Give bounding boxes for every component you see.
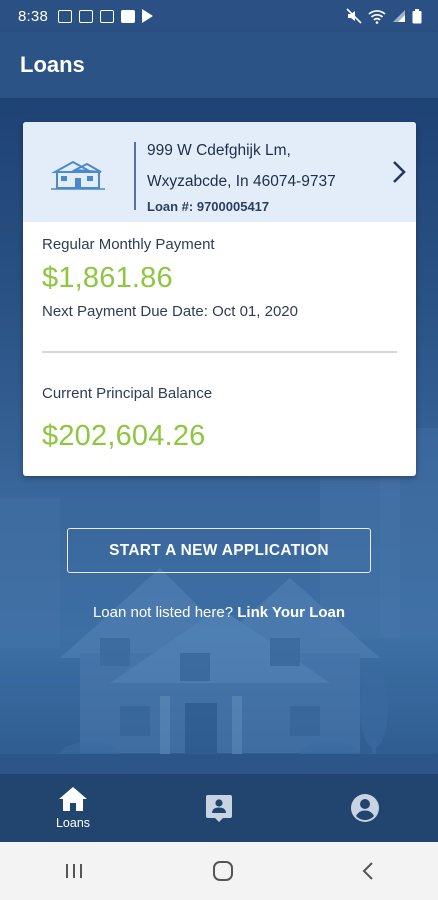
house-icon [51, 160, 105, 190]
app-notification-icon [79, 9, 93, 23]
loan-card[interactable]: 999 W Cdefghijk Lm, Wxyzabcde, In 46074-… [23, 122, 416, 476]
image-icon [100, 9, 114, 23]
header-divider [134, 142, 136, 210]
monthly-payment-label: Regular Monthly Payment [42, 236, 215, 253]
status-bar: 8:38 [0, 0, 438, 32]
gmail-icon [58, 9, 72, 23]
address-line2: Wxyzabcde, In 46074-9737 [147, 173, 336, 190]
start-application-button[interactable]: START A NEW APPLICATION [67, 528, 371, 573]
system-status-icons [346, 8, 422, 24]
monthly-payment-value: $1,861.86 [42, 262, 173, 294]
loan-card-header[interactable]: 999 W Cdefghijk Lm, Wxyzabcde, In 46074-… [23, 122, 416, 222]
address-line1: 999 W Cdefghijk Lm, [147, 142, 291, 159]
system-nav-bar [0, 842, 438, 900]
nav-item-loans-label: Loans [55, 816, 91, 830]
link-loan-prompt: Loan not listed here? [92, 604, 234, 621]
nav-item-contact[interactable] [146, 774, 292, 842]
nav-item-loans[interactable]: Loans [0, 774, 146, 842]
link-your-loan-link[interactable]: Link Your Loan [237, 604, 345, 621]
notification-icons [58, 9, 153, 23]
nav-item-account[interactable] [292, 774, 438, 842]
play-store-icon [142, 9, 153, 23]
app-bar: Loans [0, 32, 438, 98]
status-time: 8:38 [18, 7, 48, 25]
page-title: Loans [20, 52, 85, 77]
close-box-icon [121, 9, 135, 23]
signal-icon [393, 10, 405, 22]
principal-balance-label: Current Principal Balance [42, 385, 213, 402]
recent-apps-icon[interactable] [63, 862, 85, 880]
wifi-icon [368, 9, 386, 24]
contact-card-icon [206, 795, 232, 822]
account-circle-icon [351, 794, 379, 822]
battery-icon [412, 8, 422, 23]
home-icon [59, 787, 87, 811]
card-divider [42, 351, 397, 353]
bottom-nav: Loans [0, 774, 438, 842]
chevron-right-icon[interactable] [392, 160, 406, 184]
mute-icon [346, 8, 362, 24]
next-due-date: Next Payment Due Date: Oct 01, 2020 [42, 303, 298, 320]
back-icon[interactable] [361, 861, 375, 881]
home-button-icon[interactable] [212, 860, 234, 882]
loan-number: Loan #: 9700005417 [147, 199, 270, 214]
principal-balance-value: $202,604.26 [42, 420, 206, 452]
link-loan-line: Loan not listed here? Link Your Loan [0, 604, 438, 621]
